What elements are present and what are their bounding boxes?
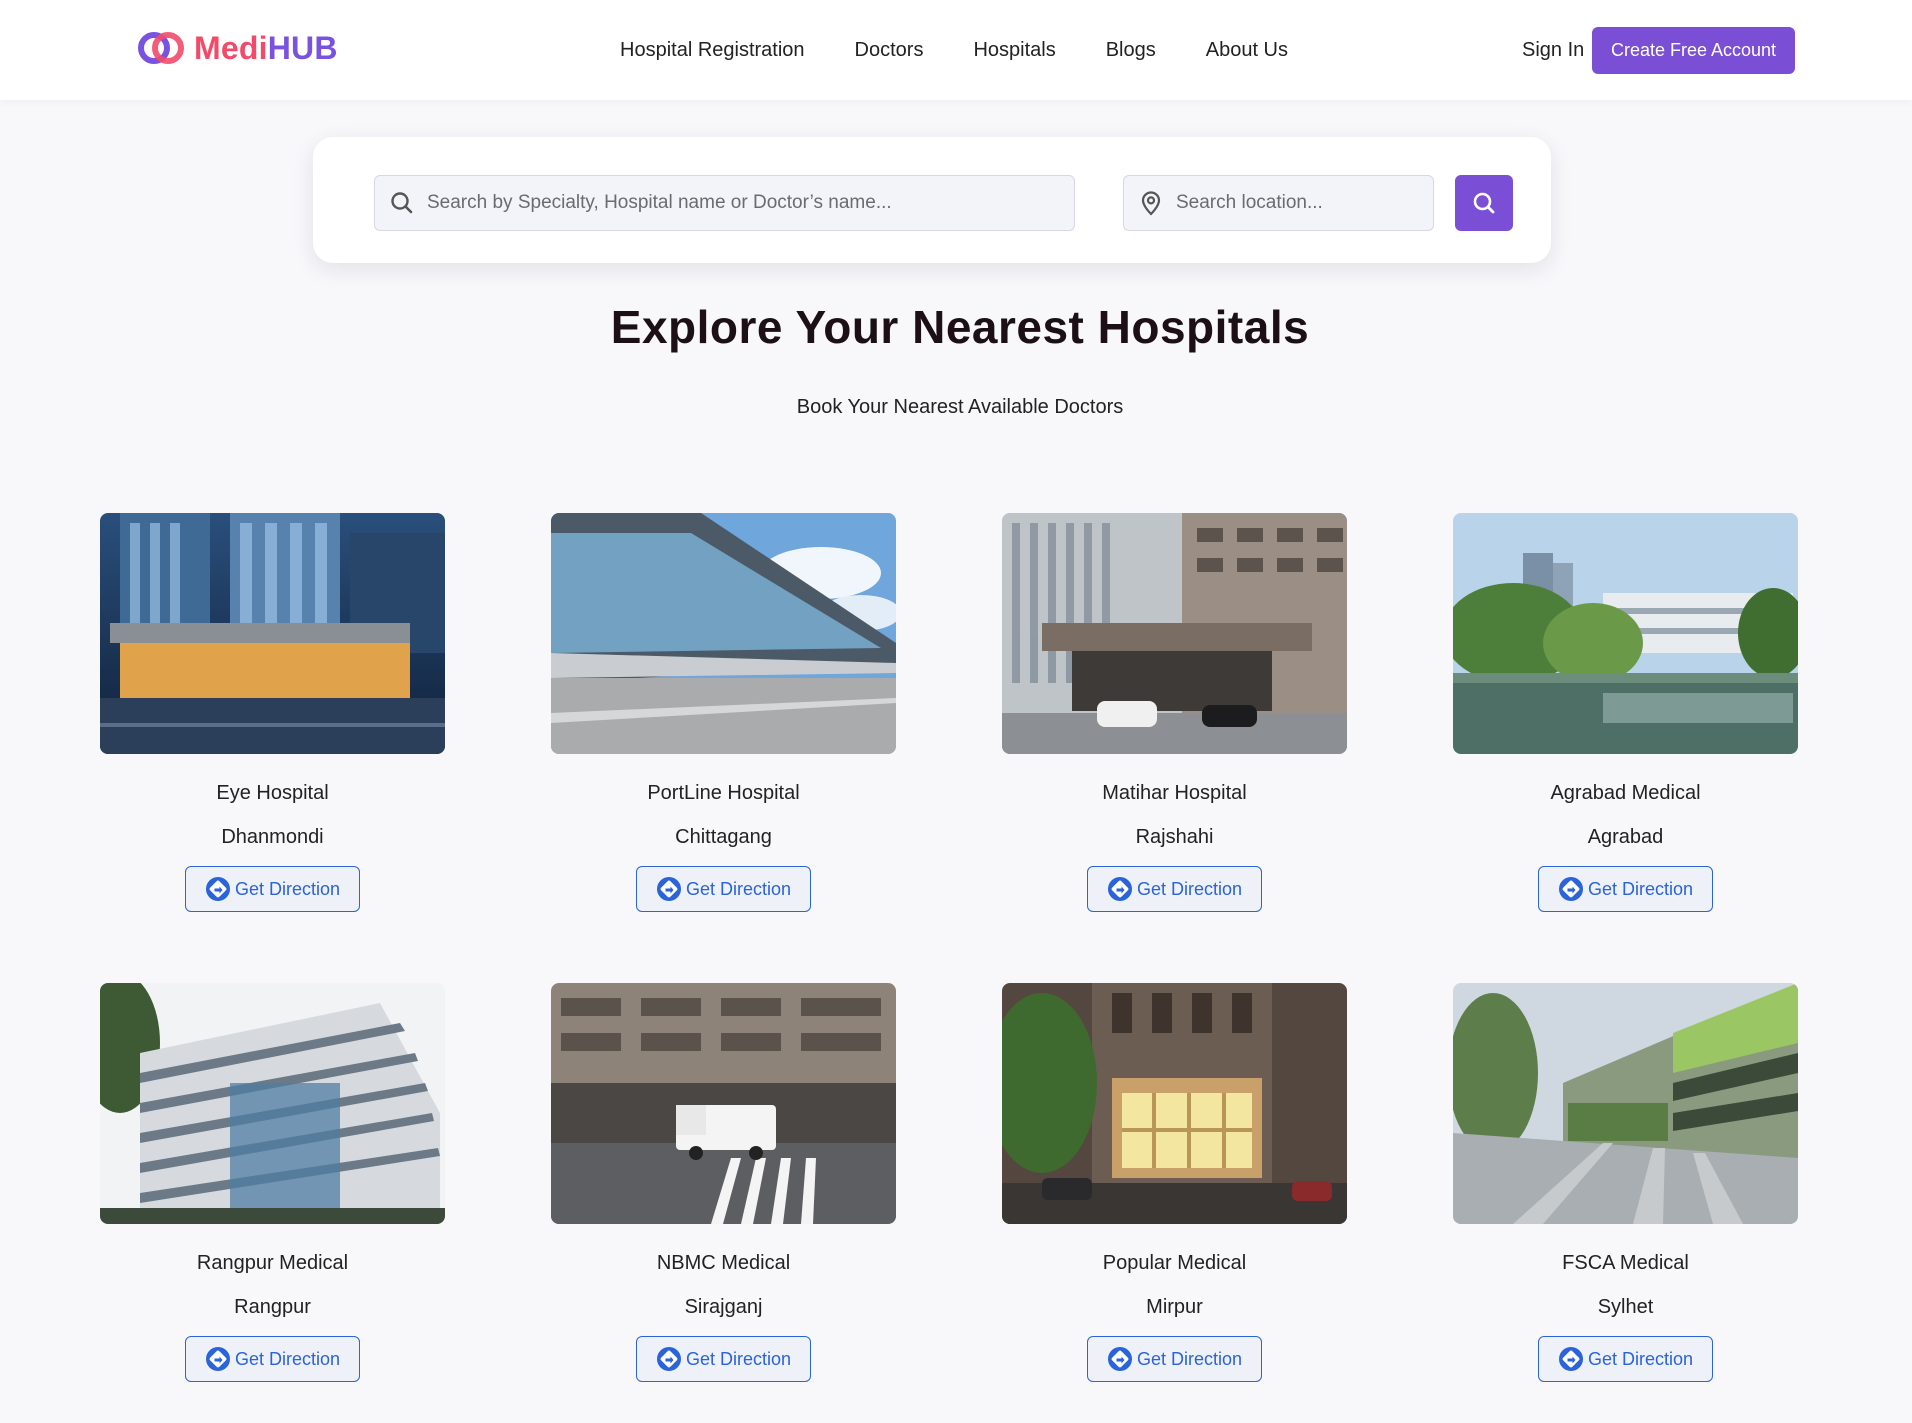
hospital-card: Popular Medical Mirpur Get Direction — [1002, 983, 1347, 1382]
get-direction-button[interactable]: Get Direction — [1087, 866, 1262, 912]
hospital-photo[interactable] — [100, 983, 445, 1224]
hospital-name: Agrabad Medical — [1550, 782, 1701, 804]
section-subtitle: Book Your Nearest Available Doctors — [796, 396, 1124, 418]
hospital-name: FSCA Medical — [1562, 1252, 1689, 1274]
get-direction-label: Get Direction — [685, 1348, 792, 1369]
hospital-photo[interactable] — [1453, 513, 1798, 754]
hospital-photo[interactable] — [551, 983, 896, 1224]
nav-about-us[interactable]: About Us — [1206, 36, 1288, 64]
directions-icon — [1558, 1347, 1583, 1371]
top-navbar: MediHUB Hospital Registration Doctors Ho… — [0, 0, 1912, 100]
hospital-photo[interactable] — [100, 513, 445, 754]
hospital-name: NBMC Medical — [656, 1252, 791, 1274]
get-direction-button[interactable]: Get Direction — [185, 1336, 360, 1382]
get-direction-label: Get Direction — [1136, 1348, 1243, 1369]
nav-hospitals[interactable]: Hospitals — [973, 36, 1055, 64]
hospital-city: Chittagang — [675, 826, 772, 848]
get-direction-label: Get Direction — [685, 878, 792, 899]
directions-icon — [1558, 877, 1583, 901]
hospital-name: Eye Hospital — [216, 782, 329, 804]
hospital-photo[interactable] — [551, 513, 896, 754]
search-icon — [391, 192, 413, 214]
hospital-city: Dhanmondi — [221, 826, 324, 848]
hospital-name: Matihar Hospital — [1102, 782, 1247, 804]
directions-icon — [205, 877, 230, 901]
get-direction-button[interactable]: Get Direction — [636, 1336, 811, 1382]
directions-icon — [1107, 1347, 1132, 1371]
hospital-name: Popular Medical — [1102, 1252, 1247, 1274]
get-direction-button[interactable]: Get Direction — [636, 866, 811, 912]
get-direction-button[interactable]: Get Direction — [1538, 866, 1713, 912]
location-search-input[interactable] — [1176, 192, 1433, 214]
hospital-card: NBMC Medical Sirajganj Get Direction — [551, 983, 896, 1382]
medihub-logo-icon — [138, 32, 184, 64]
hospital-card: PortLine Hospital Chittagang Get Directi… — [551, 513, 896, 912]
hospital-photo[interactable] — [1002, 983, 1347, 1224]
hospital-name: PortLine Hospital — [647, 782, 800, 804]
section-title: Explore Your Nearest Hospitals — [610, 301, 1310, 353]
hospital-city: Rajshahi — [1135, 826, 1214, 848]
get-direction-button[interactable]: Get Direction — [185, 866, 360, 912]
get-direction-label: Get Direction — [1587, 1348, 1694, 1369]
hospital-city: Rangpur — [234, 1296, 311, 1318]
specialty-search-input[interactable] — [427, 192, 1074, 214]
hospital-city: Agrabad — [1587, 826, 1664, 848]
directions-icon — [1107, 877, 1132, 901]
create-free-account-button[interactable]: Create Free Account — [1592, 27, 1795, 74]
hospital-city: Sirajganj — [684, 1296, 763, 1318]
logo-wordmark: MediHUB — [194, 29, 338, 66]
directions-icon — [656, 1347, 681, 1371]
nav-doctors[interactable]: Doctors — [855, 36, 924, 64]
get-direction-label: Get Direction — [234, 1348, 341, 1369]
nav-hospital-registration[interactable]: Hospital Registration — [620, 36, 805, 64]
main-nav: Hospital Registration Doctors Hospitals … — [620, 36, 1288, 64]
hospital-card: Eye Hospital Dhanmondi Get Direction — [100, 513, 445, 912]
search-icon — [1473, 192, 1495, 214]
specialty-search-field — [374, 175, 1075, 231]
hospital-photo[interactable] — [1002, 513, 1347, 754]
search-submit-button[interactable] — [1455, 175, 1513, 231]
search-card — [313, 137, 1551, 263]
hospital-card: Rangpur Medical Rangpur Get Direction — [100, 983, 445, 1382]
directions-icon — [205, 1347, 230, 1371]
location-pin-icon — [1141, 191, 1161, 216]
get-direction-label: Get Direction — [1587, 878, 1694, 899]
get-direction-label: Get Direction — [1136, 878, 1243, 899]
get-direction-label: Get Direction — [234, 878, 341, 899]
hospital-card: Matihar Hospital Rajshahi Get Direction — [1002, 513, 1347, 912]
location-search-field — [1123, 175, 1434, 231]
hospital-card: FSCA Medical Sylhet Get Direction — [1453, 983, 1798, 1382]
hospital-card: Agrabad Medical Agrabad Get Direction — [1453, 513, 1798, 912]
get-direction-button[interactable]: Get Direction — [1538, 1336, 1713, 1382]
hospital-name: Rangpur Medical — [196, 1252, 349, 1274]
directions-icon — [656, 877, 681, 901]
hospital-city: Mirpur — [1146, 1296, 1203, 1318]
hospital-photo[interactable] — [1453, 983, 1798, 1224]
hospital-city: Sylhet — [1597, 1296, 1654, 1318]
nav-blogs[interactable]: Blogs — [1106, 36, 1156, 64]
get-direction-button[interactable]: Get Direction — [1087, 1336, 1262, 1382]
medihub-logo[interactable]: MediHUB — [138, 28, 338, 68]
sign-in-link[interactable]: Sign In — [1522, 36, 1584, 64]
